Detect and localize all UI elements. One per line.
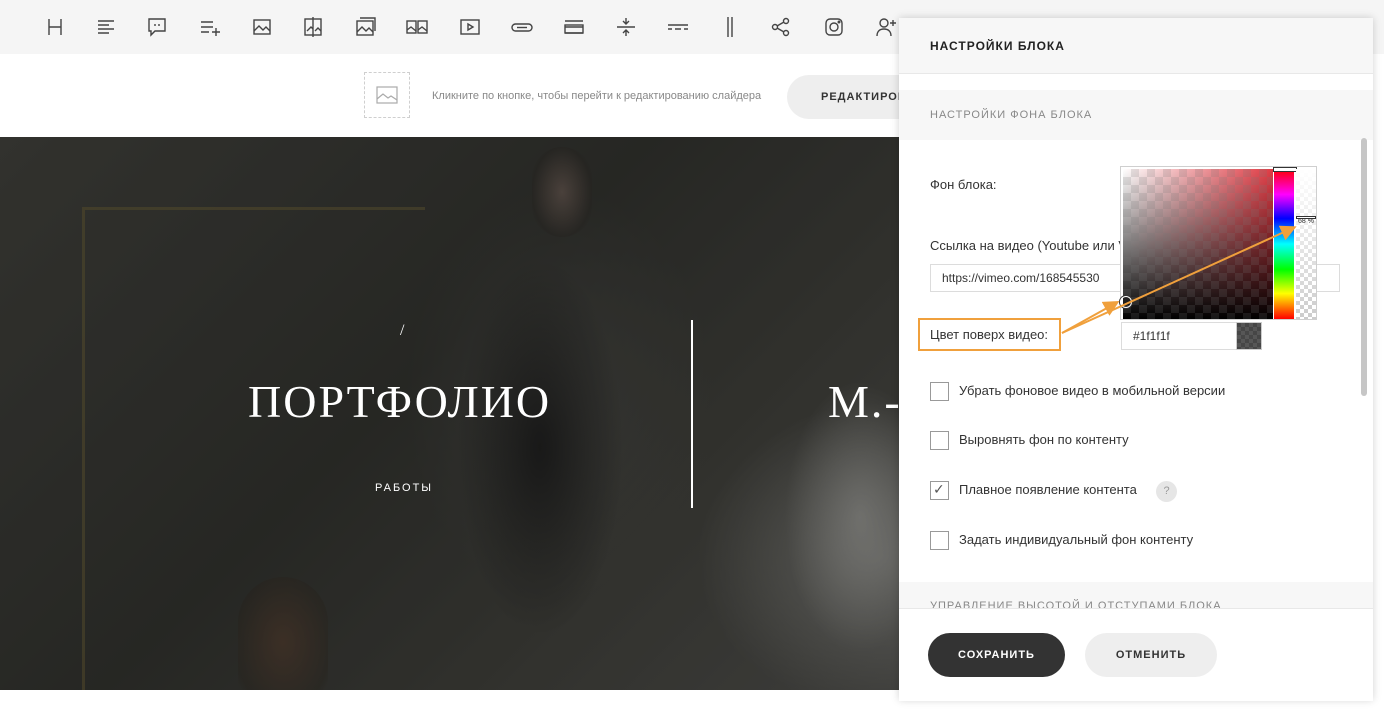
slider-thumbnail[interactable] (364, 72, 410, 118)
panel-scrollbar[interactable] (1361, 138, 1367, 588)
help-icon[interactable]: ? (1156, 481, 1177, 502)
align-background-label: Выровнять фон по контенту (959, 432, 1129, 447)
overlay-color-input[interactable] (1121, 322, 1237, 350)
hero-subtitle: РАБОТЫ (375, 482, 434, 494)
panel-header: НАСТРОЙКИ БЛОКА (899, 18, 1373, 74)
content-background-checkbox[interactable]: ✓ (930, 531, 949, 550)
save-button[interactable]: СОХРАНИТЬ (928, 633, 1065, 677)
image-compare-icon[interactable] (301, 15, 325, 39)
background-section-title: НАСТРОЙКИ ФОНА БЛОКА (930, 109, 1093, 121)
share-icon[interactable] (769, 15, 793, 39)
list-add-icon[interactable] (198, 15, 222, 39)
block-settings-panel: НАСТРОЙКИ БЛОКА НАСТРОЙКИ ФОНА БЛОКА УПР… (899, 18, 1373, 701)
video-icon[interactable] (458, 15, 482, 39)
saturation-alpha-pattern (1123, 169, 1273, 319)
color-picker-popup: 68 % (1120, 166, 1317, 320)
text-icon[interactable] (94, 15, 118, 39)
form-icon[interactable] (562, 15, 586, 39)
instagram-icon[interactable] (822, 15, 846, 39)
hue-slider-handle[interactable] (1273, 167, 1297, 172)
hue-slider[interactable] (1273, 167, 1297, 319)
saturation-cursor[interactable] (1120, 296, 1132, 308)
add-user-icon[interactable] (874, 15, 898, 39)
smooth-appearance-label: Плавное появление контента (959, 482, 1137, 497)
smooth-appearance-checkbox[interactable]: ✓ (930, 481, 949, 500)
gallery-icon[interactable] (353, 15, 377, 39)
hero-title-secondary: М.- (828, 376, 900, 427)
image-placeholder-icon (376, 86, 398, 104)
alpha-slider[interactable] (1296, 169, 1316, 319)
heading-icon[interactable] (43, 15, 67, 39)
hide-mobile-video-checkbox[interactable]: ✓ (930, 382, 949, 401)
columns-icon[interactable] (718, 15, 742, 39)
panel-scrollbar-thumb[interactable] (1361, 138, 1367, 396)
hero-title: ПОРТФОЛИО (248, 376, 552, 427)
slider-hint-text: Кликните по кнопке, чтобы перейти к реда… (432, 90, 762, 102)
panel-footer: СОХРАНИТЬ ОТМЕНИТЬ (899, 608, 1373, 701)
panel-title: НАСТРОЙКИ БЛОКА (930, 39, 1065, 53)
image-grid-icon[interactable] (405, 15, 429, 39)
quote-icon[interactable] (145, 15, 169, 39)
divider-icon[interactable] (666, 15, 690, 39)
hero-video-block: / ПОРТФОЛИО РАБОТЫ М.- (0, 137, 900, 690)
align-background-checkbox[interactable]: ✓ (930, 431, 949, 450)
overlay-color-swatch[interactable] (1236, 322, 1262, 350)
background-label: Фон блока: (930, 177, 997, 192)
button-icon[interactable] (510, 15, 534, 39)
content-background-label: Задать индивидуальный фон контенту (959, 532, 1194, 547)
hide-mobile-video-label: Убрать фоновое видео в мобильной версии (959, 383, 1226, 398)
check-icon: ✓ (933, 481, 945, 497)
video-link-label: Ссылка на видео (Youtube или V (930, 238, 1128, 253)
cancel-button[interactable]: ОТМЕНИТЬ (1085, 633, 1217, 677)
spacer-icon[interactable] (614, 15, 638, 39)
hero-divider (691, 320, 693, 508)
saturation-area[interactable] (1120, 169, 1273, 319)
overlay-color-label: Цвет поверх видео: (930, 327, 1049, 342)
background-section-header[interactable]: НАСТРОЙКИ ФОНА БЛОКА (899, 90, 1373, 140)
hero-slash: / (400, 322, 405, 339)
alpha-value-label: 68 % (1298, 218, 1314, 225)
image-icon[interactable] (250, 15, 274, 39)
